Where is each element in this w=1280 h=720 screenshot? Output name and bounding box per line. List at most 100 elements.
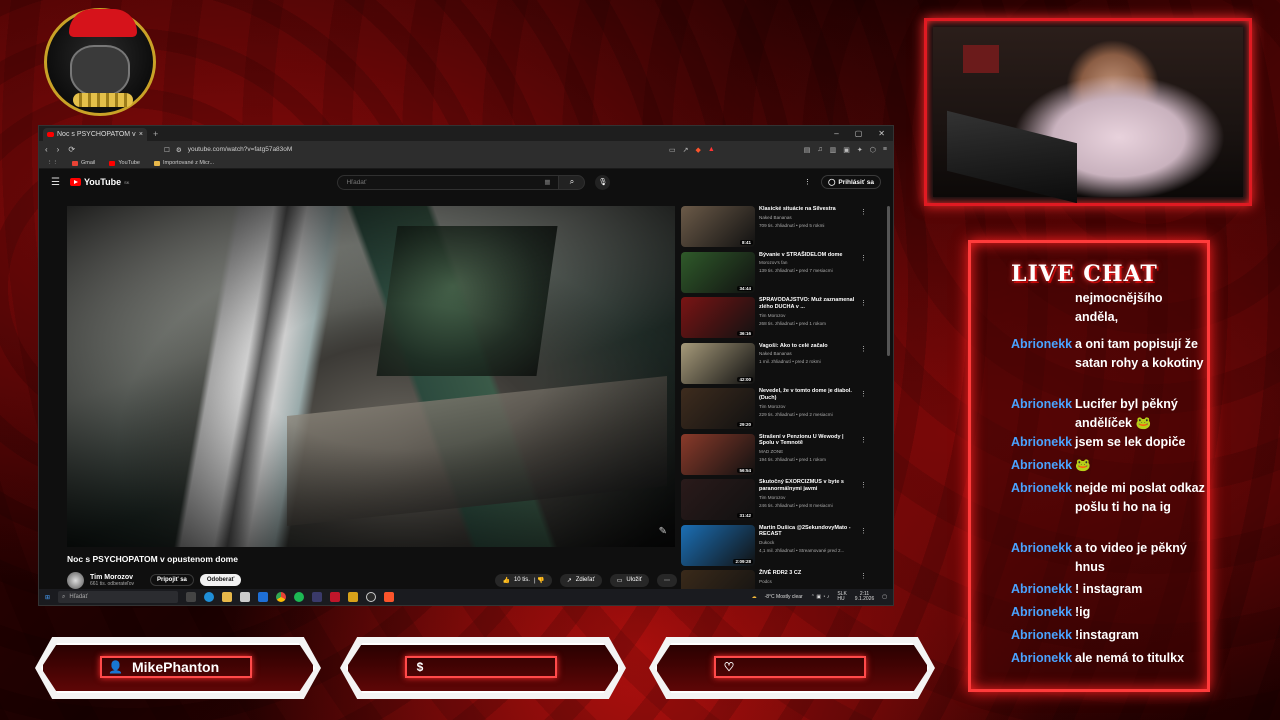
video-title[interactable]: Klasické situácie na Silvestra xyxy=(759,206,855,213)
keyboard-icon[interactable]: ▦ xyxy=(544,178,550,186)
mail-icon[interactable] xyxy=(258,592,269,602)
video-channel[interactable]: Naked Bananas xyxy=(759,215,855,221)
vpn-icon[interactable]: ⬡ xyxy=(870,146,876,154)
like-button[interactable]: 👍 10 tis. | 👎 xyxy=(495,573,552,587)
weather-text[interactable]: -8°C Mostly clear xyxy=(765,594,803,600)
sidebar-icon[interactable]: ▤ xyxy=(804,146,811,154)
video-title[interactable]: Skutočný EXORCIZMUS v byte s paranormáln… xyxy=(759,479,855,493)
hamburger-icon[interactable]: ☰ xyxy=(51,177,60,188)
related-video-item[interactable]: 34:44 Bývanie v STRAŠIDELOM dome Morozov… xyxy=(681,251,871,298)
more-options-icon[interactable]: ⋮ xyxy=(860,208,867,216)
close-window-button[interactable]: ✕ xyxy=(878,129,885,138)
more-options-icon[interactable]: ⋮ xyxy=(860,390,867,398)
video-title[interactable]: Nevedel, že v tomto dome je diabol. (Duc… xyxy=(759,388,855,402)
wallet-icon[interactable]: ▣ xyxy=(843,146,850,154)
video-thumbnail[interactable]: 29:20 xyxy=(681,388,755,429)
edge-icon[interactable] xyxy=(204,592,215,602)
more-options-icon[interactable]: ⋮ xyxy=(860,527,867,535)
notification-icon[interactable]: ▢ xyxy=(882,594,887,600)
reload-icon[interactable]: ⟳ xyxy=(68,145,75,154)
video-title[interactable]: Vagoši: Ako to celé začalo xyxy=(759,343,855,350)
search-input[interactable]: Hľadať ▦ xyxy=(337,174,560,190)
app-obs-icon[interactable] xyxy=(366,592,377,602)
reader-icon[interactable]: ▥ xyxy=(830,146,837,154)
weather-icon[interactable]: ☁ xyxy=(752,594,757,600)
video-title[interactable]: ŽIVÉ RDR2 3 CZ xyxy=(759,570,855,577)
chat-username[interactable]: Abrionekk xyxy=(1011,539,1075,577)
video-player[interactable]: ✎ xyxy=(67,206,675,547)
more-options-icon[interactable]: ⋮ xyxy=(860,299,867,307)
more-options-icon[interactable]: ⋮ xyxy=(804,178,811,186)
related-video-item[interactable]: 29:20 Nevedel, že v tomto dome je diabol… xyxy=(681,388,871,434)
brave-shield-icon[interactable]: ◆ xyxy=(695,146,700,154)
extension-icon[interactable]: ▲ xyxy=(708,146,715,154)
app-red-icon[interactable] xyxy=(330,592,341,602)
channel-watermark-icon[interactable]: ✎ xyxy=(659,526,667,537)
forward-icon[interactable]: › xyxy=(57,145,60,154)
brave-icon[interactable] xyxy=(384,592,395,602)
save-button[interactable]: ▭ Uložiť xyxy=(609,573,649,587)
related-video-item[interactable]: 42:00 Vagoši: Ako to celé začalo Naked B… xyxy=(681,342,871,389)
clock[interactable]: 2:11 9.1.2026 xyxy=(855,591,874,603)
bookmark-youtube[interactable]: YouTube xyxy=(109,160,140,166)
video-channel[interactable]: Dukock xyxy=(759,540,855,546)
more-actions-button[interactable]: ⋯ xyxy=(657,573,677,587)
video-title[interactable]: SPRAVODAJSTVO: Muž zaznamenal zlého DUCH… xyxy=(759,297,855,311)
taskbar-search[interactable]: ⌕ Hľadať xyxy=(58,591,179,603)
app-icon[interactable] xyxy=(312,592,323,602)
chat-username[interactable]: Abrionekk xyxy=(1011,479,1075,517)
chat-username[interactable] xyxy=(1011,289,1075,327)
search-button[interactable]: ⌕ xyxy=(559,174,586,190)
chat-username[interactable]: Abrionekk xyxy=(1011,456,1075,475)
site-info-icon[interactable]: ⚙ xyxy=(176,146,182,154)
windows-start-icon[interactable]: ⊞ xyxy=(45,594,50,601)
cast-icon[interactable]: ▭ xyxy=(669,146,676,154)
more-options-icon[interactable]: ⋮ xyxy=(860,345,867,353)
more-options-icon[interactable]: ⋮ xyxy=(860,572,867,580)
bookmark-icon[interactable]: ☐ xyxy=(164,146,170,154)
chat-username[interactable]: Abrionekk xyxy=(1011,649,1075,668)
youtube-logo[interactable]: YouTube SK xyxy=(69,177,129,187)
mic-icon[interactable]: 🎙 xyxy=(595,174,611,190)
video-thumbnail[interactable]: 34:44 xyxy=(681,251,755,293)
share-button[interactable]: ↗ Zdieľať xyxy=(559,573,602,587)
chat-username[interactable]: Abrionekk xyxy=(1011,580,1075,599)
video-title[interactable]: Bývanie v STRAŠIDELOM dome xyxy=(759,252,855,259)
chat-username[interactable]: Abrionekk xyxy=(1011,395,1075,433)
more-options-icon[interactable]: ⋮ xyxy=(860,254,867,262)
close-tab-icon[interactable]: × xyxy=(139,131,143,138)
channel-name[interactable]: Tim Morozov xyxy=(90,574,134,581)
video-title[interactable]: Martin Dušica @2SekundovyMato - RECAST xyxy=(759,525,855,539)
app-yellow-icon[interactable] xyxy=(348,592,359,602)
store-icon[interactable] xyxy=(240,592,251,602)
spotify-icon[interactable] xyxy=(294,592,305,602)
bookmark-folder[interactable]: Importované z Micr... xyxy=(154,160,214,166)
video-channel[interactable]: MAD ZONE xyxy=(759,449,855,455)
related-video-item[interactable]: 2:09:28 Martin Dušica @2SekundovyMato - … xyxy=(681,524,871,571)
video-title[interactable]: Strašení v Penzionu U Wewody | Spolu v T… xyxy=(759,434,855,448)
apps-icon[interactable]: ⋮⋮ xyxy=(47,160,58,166)
chat-username[interactable]: Abrionekk xyxy=(1011,433,1075,452)
minimize-button[interactable]: – xyxy=(834,129,838,138)
video-thumbnail[interactable]: 42:00 xyxy=(681,342,755,384)
video-channel[interactable]: Tim Morozov xyxy=(759,313,855,319)
video-thumbnail[interactable]: 2:09:28 xyxy=(681,524,755,566)
video-channel[interactable]: Naked Bananas xyxy=(759,351,855,357)
chat-username[interactable]: Abrionekk xyxy=(1011,335,1075,373)
new-tab-button[interactable]: + xyxy=(153,129,158,139)
scrollbar[interactable] xyxy=(887,206,890,356)
file-explorer-icon[interactable] xyxy=(222,592,233,602)
leo-icon[interactable]: ✦ xyxy=(857,146,863,154)
video-channel[interactable]: Tim Morozov xyxy=(759,404,855,410)
video-channel[interactable]: Podcs xyxy=(759,579,855,585)
channel-avatar[interactable] xyxy=(67,571,84,589)
share-icon[interactable]: ↗ xyxy=(683,146,689,154)
browser-tab[interactable]: Noc s PSYCHOPATOM v opu × xyxy=(43,128,147,141)
language-indicator[interactable]: SLK HU xyxy=(837,591,846,603)
signin-button[interactable]: ◯ Prihlásiť sa xyxy=(821,175,881,189)
video-thumbnail[interactable]: 56:54 xyxy=(681,433,755,475)
video-channel[interactable]: Tim Morozov xyxy=(759,495,855,501)
menu-icon[interactable]: ≡ xyxy=(883,146,887,154)
back-icon[interactable]: ‹ xyxy=(45,145,48,154)
related-video-item[interactable]: 36:16 SPRAVODAJSTVO: Muž zaznamenal zléh… xyxy=(681,297,871,343)
